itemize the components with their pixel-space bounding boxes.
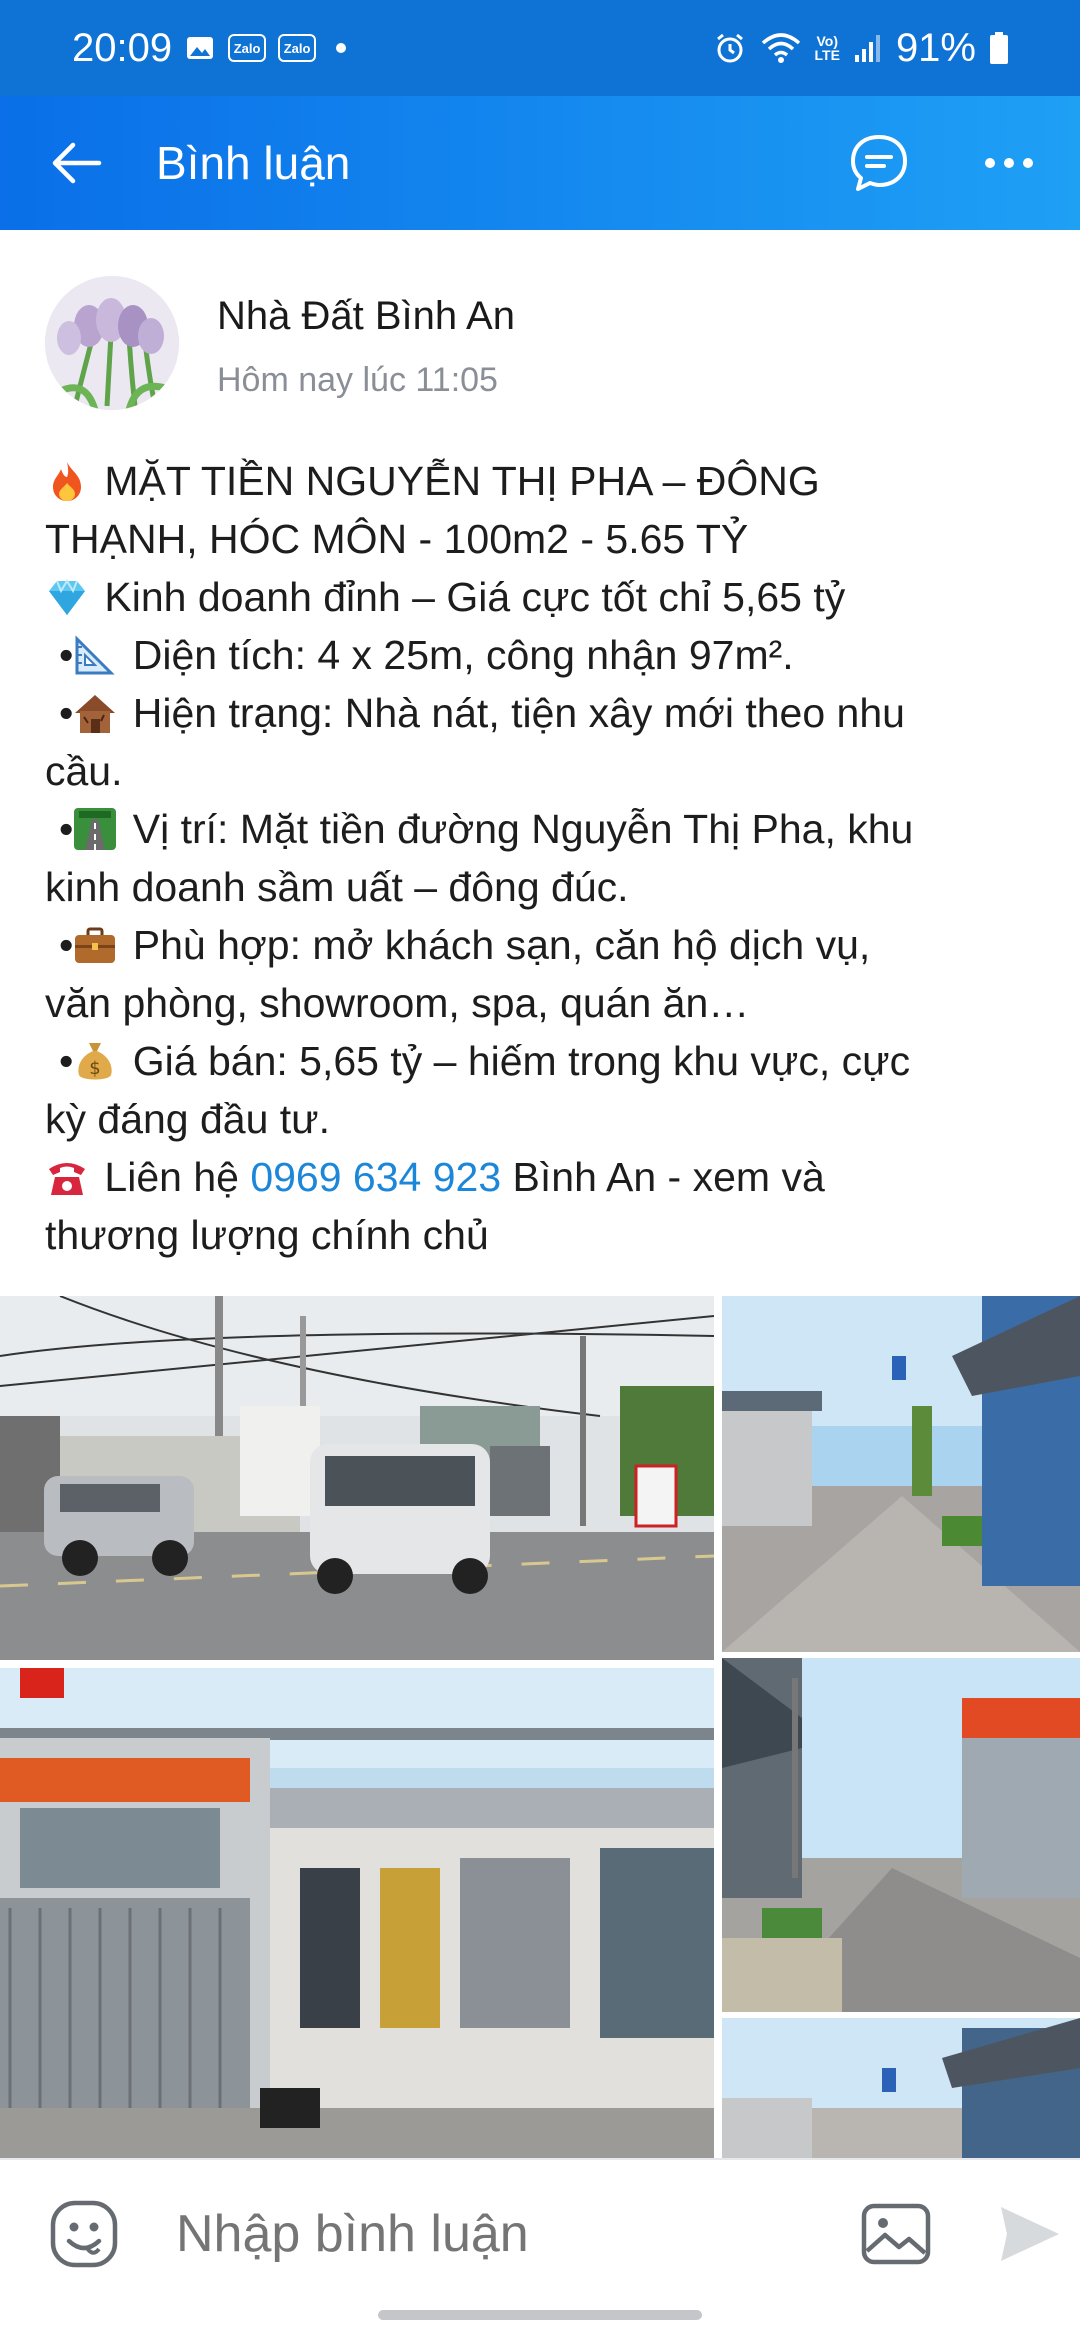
gallery-photo-4[interactable] <box>0 1668 714 2158</box>
comment-composer <box>0 2158 1080 2308</box>
arrow-left-icon <box>52 142 102 184</box>
battery-percentage: 91% <box>895 25 976 70</box>
bullet-dot: • <box>59 690 74 736</box>
battery-icon <box>990 32 1008 64</box>
tulip-avatar-image <box>45 276 179 410</box>
fire-icon <box>45 459 89 503</box>
post-line-area: • Diện tích: 4 x 25m, công nhận 97m². <box>45 626 1045 684</box>
gallery-photo-1[interactable] <box>0 1296 714 1660</box>
condition-text-cont: cầu. <box>45 748 123 794</box>
area-text: Diện tích: 4 x 25m, công nhận 97m². <box>132 632 794 678</box>
location-text: Vị trí: Mặt tiền đường Nguyễn Thị Pha, k… <box>132 806 914 852</box>
avatar[interactable] <box>45 276 179 410</box>
zalo-notification-icon: Zalo <box>228 34 267 62</box>
status-time: 20:09 <box>72 25 173 70</box>
volte-icon: Vo) LTE <box>815 34 840 62</box>
post-line-location: • Vị trí: Mặt tiền đường Nguyễn Thị Pha,… <box>45 800 1045 858</box>
street-shops-photo-3 <box>722 2018 1080 2158</box>
telephone-icon <box>45 1155 89 1199</box>
post-line-price: • $ Giá bán: 5,65 tỷ – hiếm trong khu vực… <box>45 1032 1045 1090</box>
bullet-dot: • <box>59 806 74 852</box>
alarm-icon <box>713 31 747 65</box>
post-content: MẶT TIỀN NGUYỄN THỊ PHA – ĐÔNG THẠNH, HÓ… <box>45 452 1045 1264</box>
signal-icon <box>854 33 882 63</box>
more-horizontal-icon <box>985 158 1033 168</box>
emoji-button[interactable] <box>44 2194 124 2274</box>
price-text-cont: kỳ đáng đầu tư. <box>45 1096 331 1142</box>
street-shops-photo-2 <box>722 1658 1080 2012</box>
contact-text-cont: thương lượng chính chủ <box>45 1212 489 1258</box>
more-options-button[interactable] <box>974 128 1044 198</box>
image-icon <box>861 2203 931 2265</box>
svg-text:$: $ <box>90 1058 101 1079</box>
gallery-photo-2[interactable] <box>722 1296 1080 1652</box>
home-indicator[interactable] <box>378 2310 702 2320</box>
more-notifications-dot <box>336 43 347 53</box>
status-bar: 20:09 Zalo Zalo Vo) LTE 91% <box>0 0 1080 96</box>
condition-text: Hiện trạng: Nhà nát, tiện xây mới theo n… <box>132 690 905 736</box>
gallery-notification-icon <box>184 32 216 64</box>
storefront-photo <box>0 1668 714 2158</box>
page-title: Bình luận <box>156 137 351 189</box>
bullet-dot: • <box>59 632 74 678</box>
post-line-highlight: Kinh doanh đỉnh – Giá cực tốt chỉ 5,65 t… <box>45 568 1045 626</box>
suitable-text-cont: văn phòng, showroom, spa, quán ăn… <box>45 980 750 1026</box>
gallery-photo-5[interactable] <box>722 2018 1080 2158</box>
back-button[interactable] <box>42 128 112 198</box>
headline-part-2: THẠNH, HÓC MÔN - 100m2 - 5.65 TỶ <box>45 516 749 562</box>
post-line-contact: Liên hệ 0969 634 923 Bình An - xem và <box>45 1148 1045 1206</box>
zalo-notification-icon-2: Zalo <box>278 34 317 62</box>
price-text: Giá bán: 5,65 tỷ – hiếm trong khu vực, c… <box>132 1038 911 1084</box>
post-header: Nhà Đất Bình An Hôm nay lúc 11:05 <box>45 276 515 410</box>
contact-prefix: Liên hệ <box>104 1154 239 1200</box>
post-card: Nhà Đất Bình An Hôm nay lúc 11:05 MẶT TI… <box>0 230 1080 2158</box>
wifi-icon <box>761 32 801 64</box>
chat-button[interactable] <box>844 128 914 198</box>
post-line-condition: • Hiện trạng: Nhà nát, tiện xây mới theo… <box>45 684 1045 742</box>
derelict-house-icon <box>73 691 117 735</box>
bullet-dot: • <box>59 922 74 968</box>
author-name[interactable]: Nhà Đất Bình An <box>217 294 515 339</box>
briefcase-icon <box>73 923 117 967</box>
money-bag-icon: $ <box>73 1039 117 1083</box>
motorway-icon <box>73 807 117 851</box>
street-van-photo <box>0 1296 714 1660</box>
diamond-icon <box>45 575 89 619</box>
post-line-headline: MẶT TIỀN NGUYỄN THỊ PHA – ĐÔNG <box>45 452 1045 510</box>
headline-part-1: MẶT TIỀN NGUYỄN THỊ PHA – ĐÔNG <box>104 458 820 504</box>
send-icon <box>1001 2207 1059 2261</box>
send-button[interactable] <box>990 2194 1070 2274</box>
street-shops-photo-1 <box>722 1296 1080 1652</box>
app-header: Bình luận <box>0 96 1080 230</box>
image-picker-button[interactable] <box>856 2194 936 2274</box>
emoji-face-icon <box>50 2200 118 2268</box>
chat-bubble-icon <box>851 135 907 191</box>
contact-suffix: Bình An - xem và <box>512 1154 825 1200</box>
gallery-photo-3[interactable] <box>722 1658 1080 2012</box>
post-line-suitable: • Phù hợp: mở khách sạn, căn hộ dịch vụ, <box>45 916 1045 974</box>
location-text-cont: kinh doanh sầm uất – đông đúc. <box>45 864 629 910</box>
highlight-text: Kinh doanh đỉnh – Giá cực tốt chỉ 5,65 t… <box>104 574 846 620</box>
lte-label: LTE <box>814 47 840 63</box>
post-timestamp: Hôm nay lúc 11:05 <box>217 361 498 399</box>
photo-gallery <box>0 1296 1080 2158</box>
comment-input[interactable] <box>176 2204 776 2264</box>
bullet-dot: • <box>59 1038 74 1084</box>
suitable-text: Phù hợp: mở khách sạn, căn hộ dịch vụ, <box>132 922 871 968</box>
phone-link[interactable]: 0969 634 923 <box>250 1154 501 1200</box>
triangle-ruler-icon <box>73 633 117 677</box>
